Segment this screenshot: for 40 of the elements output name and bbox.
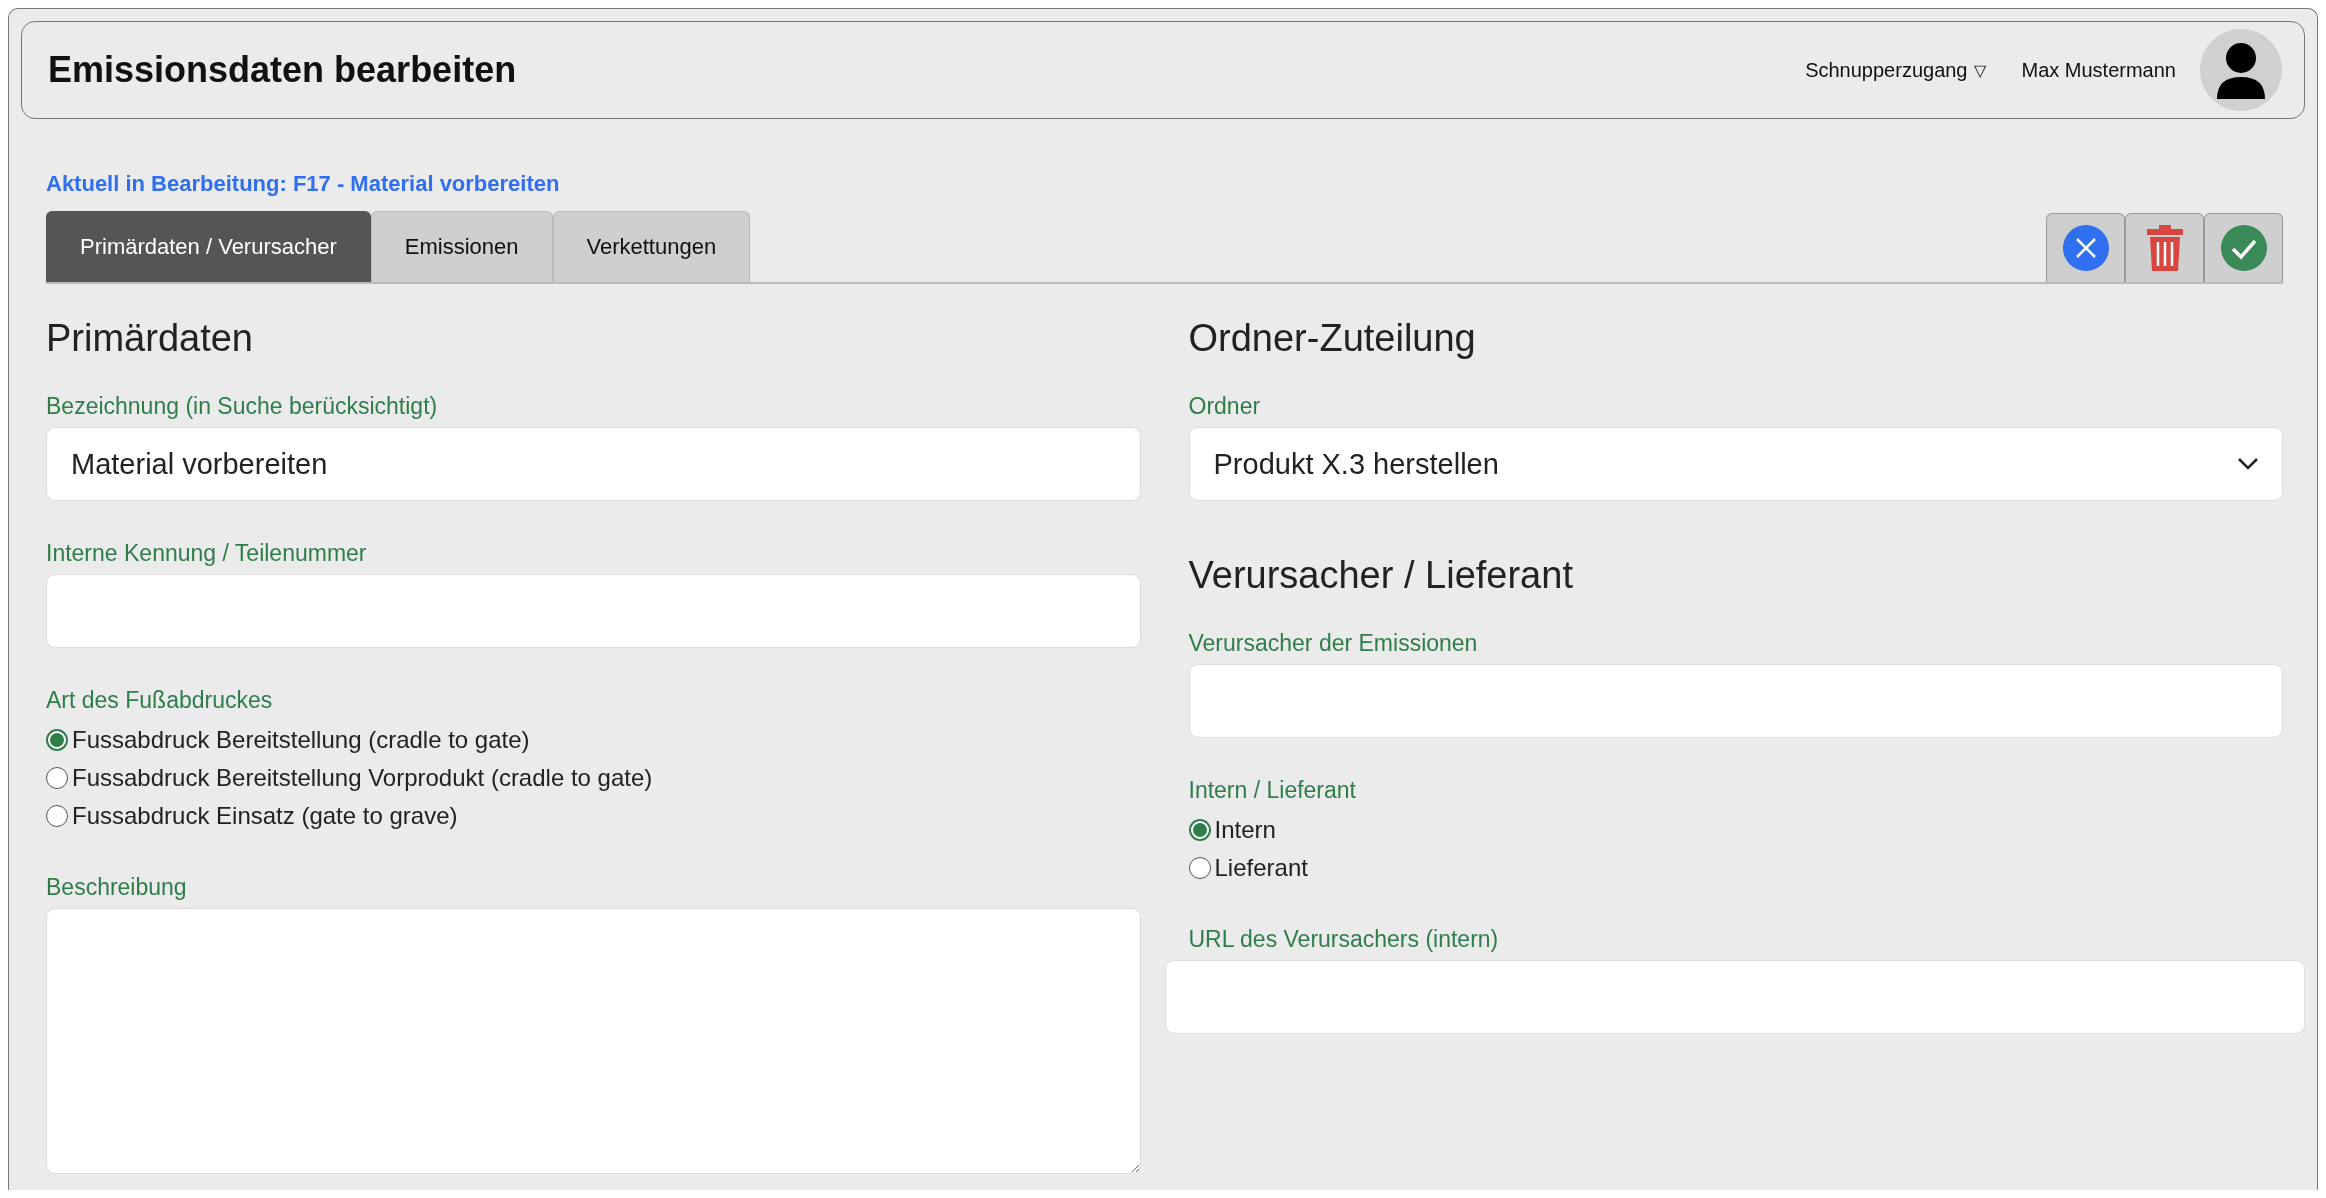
checkmark-icon bbox=[2219, 224, 2268, 272]
radio-button[interactable] bbox=[1188, 819, 1211, 841]
radio-button[interactable] bbox=[46, 729, 68, 751]
field-label: Verursacher der Emissionen bbox=[1188, 629, 1479, 657]
page-title: Emissionsdaten bearbeiten bbox=[48, 49, 518, 91]
radio-button[interactable] bbox=[46, 767, 68, 789]
section-heading: Primärdaten bbox=[46, 316, 254, 360]
user-name: Max Mustermann bbox=[2021, 58, 2176, 82]
section-heading: Verursacher / Lieferant bbox=[1188, 553, 1574, 597]
input-field[interactable] bbox=[1188, 664, 2283, 738]
delete-button[interactable] bbox=[2125, 213, 2204, 282]
radio-label[interactable]: Lieferant bbox=[1214, 854, 1308, 882]
cancel-button[interactable] bbox=[2046, 213, 2125, 282]
trash-icon bbox=[2145, 224, 2184, 272]
field-label: Interne Kennung / Teilenummer bbox=[46, 539, 368, 567]
chevron-down-icon bbox=[2238, 458, 2258, 470]
account-menu[interactable]: Schnupperzugang ▽ bbox=[1805, 58, 1986, 82]
radio-button[interactable] bbox=[46, 805, 68, 827]
radio-label[interactable]: Intern bbox=[1214, 816, 1276, 844]
input-field[interactable]: Material vorbereiten bbox=[46, 427, 1141, 501]
save-button[interactable] bbox=[2204, 213, 2283, 282]
folder-dropdown[interactable]: Produkt X.3 herstellen bbox=[1188, 427, 2283, 501]
radio-label[interactable]: Fussabdruck Bereitstellung Vorprodukt (cradle to gate) bbox=[72, 764, 653, 792]
field-label: Art des Fußabdruckes bbox=[46, 686, 274, 714]
tab[interactable]: Emissionen bbox=[370, 211, 553, 282]
field-label: URL des Verursachers (intern) bbox=[1188, 925, 1500, 953]
close-icon bbox=[2061, 224, 2110, 272]
tab[interactable]: Verkettungen bbox=[552, 211, 751, 282]
radio-label[interactable]: Fussabdruck Einsatz (gate to grave) bbox=[72, 802, 458, 830]
input-field[interactable] bbox=[1164, 960, 2305, 1034]
input-field[interactable] bbox=[46, 574, 1141, 648]
tab[interactable]: Primärdaten / Verursacher bbox=[46, 211, 371, 282]
radio-label[interactable]: Fussabdruck Bereitstellung (cradle to gate) bbox=[72, 726, 530, 754]
section-heading: Ordner-Zuteilung bbox=[1188, 316, 1477, 360]
radio-button[interactable] bbox=[1188, 857, 1211, 879]
field-label: Bezeichnung (in Suche berücksichtigt) bbox=[46, 392, 439, 420]
field-label: Intern / Lieferant bbox=[1188, 776, 1357, 804]
context-line: Aktuell in Bearbeitung: F17 - Material vorbereiten bbox=[46, 171, 561, 197]
field-label: Beschreibung bbox=[46, 873, 188, 901]
field-label: Ordner bbox=[1188, 392, 1262, 420]
